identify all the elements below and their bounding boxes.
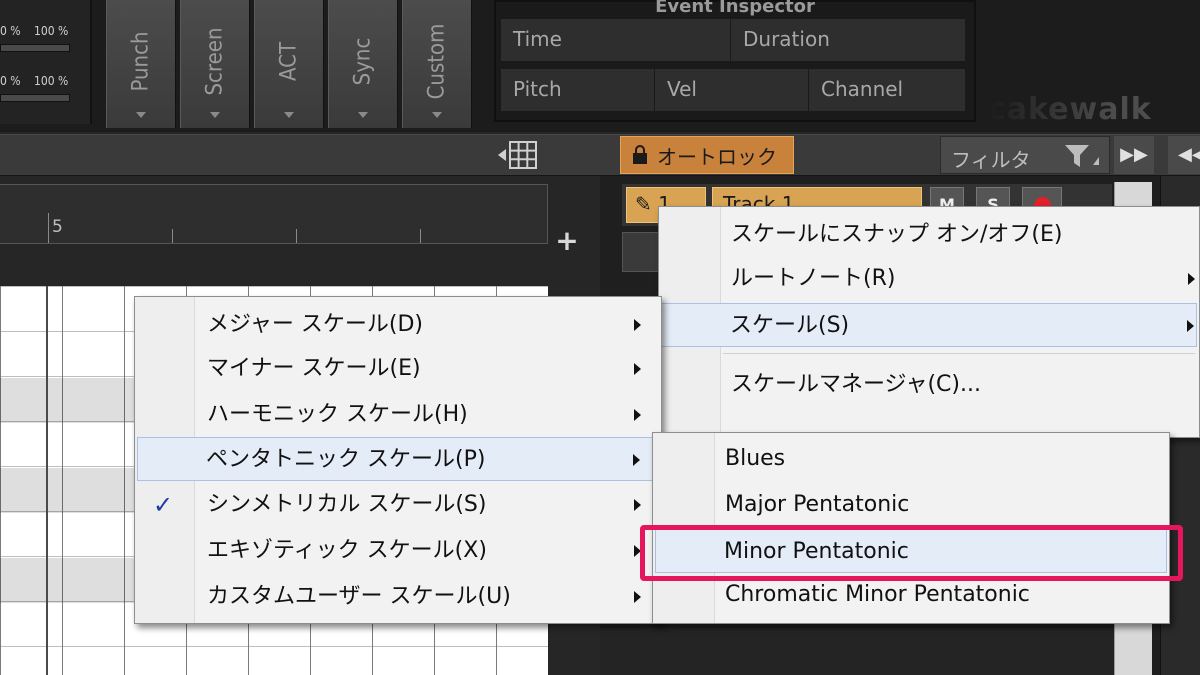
add-icon[interactable]: +	[550, 224, 584, 258]
scale-type-menu: メジャー スケール(D) マイナー スケール(E) ハーモニック スケール(H)…	[134, 296, 662, 624]
menu-item-label: エキゾティック スケール(X)	[207, 538, 487, 563]
filter-icon	[1065, 145, 1099, 167]
percent-label: 100 %	[34, 24, 69, 38]
rewind-icon[interactable]: ◀◀	[1168, 136, 1200, 174]
grid-icon	[498, 141, 537, 169]
percent-label: 0 %	[0, 74, 21, 88]
inspector-title: Event Inspector	[655, 0, 815, 17]
submenu-arrow-icon	[634, 591, 641, 603]
menu-item-snap-to-scale[interactable]: スケールにスナップ オン/オフ(E)	[661, 213, 1197, 257]
scale-context-menu: スケールにスナップ オン/オフ(E) ルートノート(R) スケール(S) スケー…	[658, 206, 1200, 438]
tab-custom[interactable]: Custom	[402, 0, 472, 128]
menu-item-harmonic-scale[interactable]: ハーモニック スケール(H)	[137, 393, 659, 437]
chevron-down-icon	[136, 112, 146, 118]
menu-item-scale[interactable]: スケール(S)	[661, 303, 1197, 347]
menu-item-label: スケール(S)	[730, 313, 850, 338]
track-lock-button[interactable]	[622, 232, 662, 272]
ruler-tick	[420, 229, 421, 243]
menu-item-exotic-scale[interactable]: エキゾティック スケール(X)	[137, 529, 659, 573]
menu-separator	[723, 353, 1195, 354]
lock-icon	[633, 145, 647, 164]
menu-item-major-scale[interactable]: メジャー スケール(D)	[137, 303, 659, 347]
ruler-tick	[48, 213, 49, 243]
brand-logo: cakewalk	[988, 92, 1200, 132]
tab-label: Custom	[424, 23, 450, 100]
menu-item-symmetrical-scale[interactable]: ✓ シンメトリカル スケール(S)	[137, 483, 659, 527]
menu-item-custom-user-scale[interactable]: カスタムユーザー スケール(U)	[137, 575, 659, 619]
ruler-tick	[296, 229, 297, 243]
top-control-bar: 0 % 100 % 0 % 100 % Punch Screen ACT Syn…	[0, 0, 1200, 132]
menu-item-pentatonic-scale[interactable]: ペンタトニック スケール(P)	[137, 437, 659, 481]
menu-item-label: ルートノート(R)	[731, 266, 896, 291]
chevron-down-icon	[358, 112, 368, 118]
menu-item-major-pentatonic[interactable]: Major Pentatonic	[655, 483, 1167, 527]
velocity-field[interactable]: Vel	[654, 68, 810, 112]
measure-line	[46, 286, 48, 675]
menu-item-label: マイナー スケール(E)	[207, 356, 421, 381]
menu-item-label: ハーモニック スケール(H)	[207, 402, 468, 427]
time-field[interactable]: Time	[500, 18, 732, 62]
chevron-down-icon	[284, 112, 294, 118]
duration-field[interactable]: Duration	[730, 18, 966, 62]
track-lane	[600, 628, 1114, 675]
submenu-arrow-icon	[634, 499, 641, 511]
menu-item-root-note[interactable]: ルートノート(R)	[661, 257, 1197, 301]
menu-item-label: Major Pentatonic	[725, 492, 910, 517]
submenu-arrow-icon	[1187, 320, 1194, 332]
tab-act[interactable]: ACT	[254, 0, 324, 128]
autolock-label: オートロック	[657, 144, 777, 169]
pencil-icon: ✎	[635, 192, 652, 216]
channel-field[interactable]: Channel	[808, 68, 966, 112]
pitch-field[interactable]: Pitch	[500, 68, 656, 112]
filter-label: フィルタ	[951, 148, 1031, 172]
menu-item-blues[interactable]: Blues	[655, 437, 1167, 481]
ruler-tick	[172, 229, 173, 243]
menu-item-minor-scale[interactable]: マイナー スケール(E)	[137, 347, 659, 391]
tab-label: Punch	[128, 31, 154, 92]
tab-label: ACT	[276, 41, 302, 82]
measure-number: 5	[52, 217, 63, 237]
tab-sync[interactable]: Sync	[328, 0, 398, 128]
fast-forward-icon[interactable]: ▶▶	[1114, 136, 1154, 174]
menu-item-scale-manager[interactable]: スケールマネージャ(C)...	[661, 363, 1197, 407]
percent-label: 0 %	[0, 24, 21, 38]
grid-view-button[interactable]	[496, 139, 548, 171]
tab-screen[interactable]: Screen	[180, 0, 250, 128]
menu-item-label: スケールにスナップ オン/オフ(E)	[731, 222, 1063, 247]
menu-item-label: メジャー スケール(D)	[207, 312, 424, 337]
menu-item-label: カスタムユーザー スケール(U)	[207, 584, 511, 609]
checkmark-icon: ✓	[153, 491, 174, 519]
menu-item-label: スケールマネージャ(C)...	[731, 372, 981, 397]
tab-label: Sync	[350, 37, 376, 86]
timeline-ruler[interactable]: 5	[0, 184, 548, 244]
highlight-callout	[640, 525, 1183, 581]
menu-item-label: Blues	[725, 446, 786, 471]
menu-item-label: ペンタトニック スケール(P)	[206, 447, 486, 472]
submenu-arrow-icon	[634, 319, 641, 331]
percent-label: 100 %	[34, 74, 69, 88]
level-slider[interactable]	[0, 94, 70, 102]
submenu-arrow-icon	[634, 409, 641, 421]
app-window: 0 % 100 % 0 % 100 % Punch Screen ACT Syn…	[0, 0, 1200, 675]
filter-button[interactable]: フィルタ	[940, 136, 1110, 174]
level-slider[interactable]	[0, 44, 70, 52]
autolock-button[interactable]: オートロック	[620, 136, 794, 174]
mix-panel: 0 % 100 % 0 % 100 %	[0, 0, 92, 124]
submenu-arrow-icon	[634, 363, 641, 375]
event-inspector: Event Inspector Time Duration Pitch Vel …	[494, 0, 976, 122]
submenu-arrow-icon	[1188, 273, 1195, 285]
chevron-down-icon	[210, 112, 220, 118]
tab-punch[interactable]: Punch	[106, 0, 176, 128]
menu-item-label: シンメトリカル スケール(S)	[207, 492, 487, 517]
chevron-down-icon	[432, 112, 442, 118]
tab-label: Screen	[202, 27, 228, 96]
submenu-arrow-icon	[633, 454, 640, 466]
